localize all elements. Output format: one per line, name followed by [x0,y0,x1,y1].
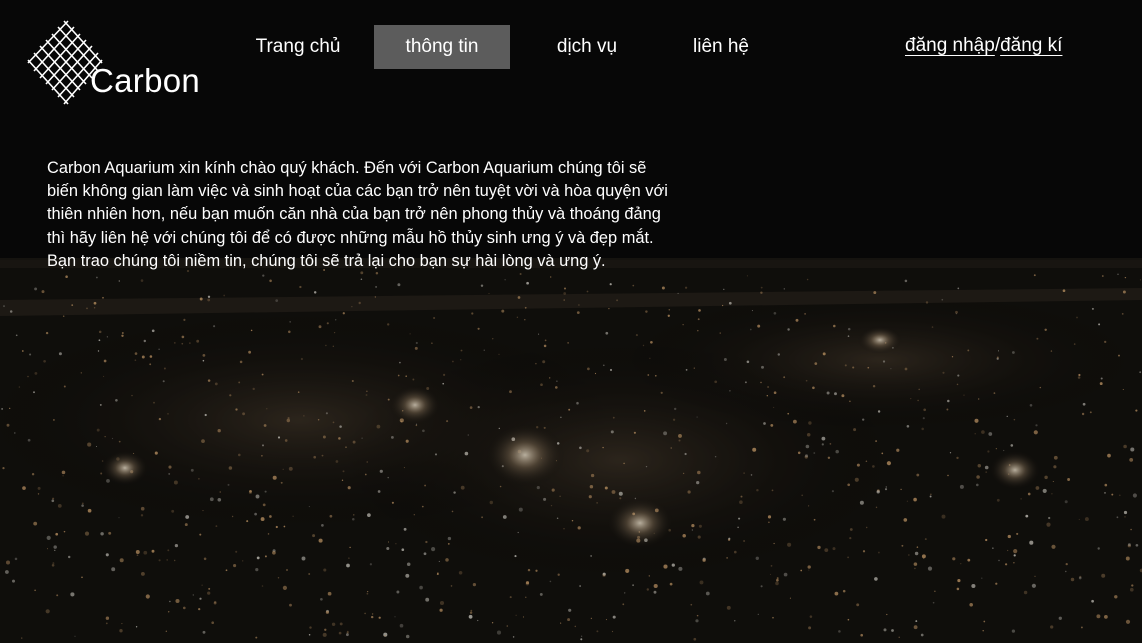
nav-item-info[interactable]: thông tin [374,25,510,69]
intro-line: thì hãy liên hệ với chúng tôi để có được… [47,228,654,247]
intro-line: thiên nhiên hơn, nếu bạn muốn căn nhà củ… [47,205,661,224]
auth-links: đăng nhập/đăng kí [905,35,1062,57]
register-link[interactable]: đăng kí [1000,35,1062,56]
nav-item-label: thông tin [405,36,479,57]
nav-item-label: Trang chủ [255,36,341,57]
nav-item-label: dịch vụ [556,36,618,57]
intro-line: Carbon Aquarium xin kính chào quý khách.… [47,159,647,177]
intro-paragraph: Carbon Aquarium xin kính chào quý khách.… [47,157,737,273]
nav-item-services[interactable]: dịch vụ [524,25,650,69]
brand-name: Carbon [90,62,201,99]
logo[interactable]: Carbon [24,18,214,110]
intro-line: biến không gian làm việc và sinh hoạt củ… [47,182,668,201]
login-link[interactable]: đăng nhập [905,35,995,56]
nav-item-label: liên hệ [693,36,749,57]
nav-item-home[interactable]: Trang chủ [236,25,360,69]
nav-item-contact[interactable]: liên hệ [664,25,778,69]
intro-line: Bạn trao chúng tôi niềm tin, chúng tôi s… [47,251,606,270]
page: Carbon Trang chủ thông tin dịch vụ liên … [0,0,1142,643]
